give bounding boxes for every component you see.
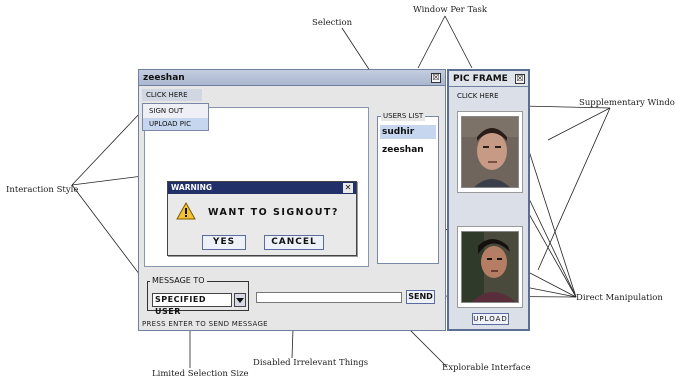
message-input[interactable]: [256, 292, 402, 303]
pic-frame-title: PIC FRAME: [453, 74, 508, 84]
menu-item-sign-out[interactable]: SIGN OUT: [143, 105, 208, 117]
yes-button[interactable]: YES: [202, 235, 246, 250]
pic-frame-window: PIC FRAME ☒ CLICK HERE UPLOAD: [447, 69, 530, 331]
send-button[interactable]: SEND: [406, 290, 435, 304]
profile-photo-2[interactable]: [461, 231, 519, 303]
label-limited-selection-size: Limited Selection Size: [152, 369, 249, 379]
chevron-down-icon[interactable]: [234, 293, 246, 307]
label-window-per-task: Window Per Task: [413, 5, 488, 15]
message-to-group: MESSAGE TO SPECIFIED USER: [147, 276, 249, 316]
users-list: USERS LIST sudhir zeeshan: [377, 111, 439, 264]
label-explorable-interface: Explorable Interface: [442, 363, 531, 373]
warning-icon: [176, 201, 196, 220]
cancel-button[interactable]: CANCEL: [264, 235, 324, 250]
pic-frame-close-icon[interactable]: ☒: [515, 74, 525, 84]
user-list-item-zeeshan[interactable]: zeeshan: [380, 143, 436, 157]
user-list-item-sudhir[interactable]: sudhir: [380, 125, 436, 139]
dialog-titlebar: WARNING ✕: [168, 182, 356, 194]
main-window-title: zeeshan: [143, 73, 185, 83]
label-direct-manipulation: Direct Manipulation: [576, 293, 663, 303]
dialog-title: WARNING: [171, 183, 213, 192]
close-icon[interactable]: ☒: [431, 73, 441, 83]
label-interaction-style: Interaction Style: [6, 185, 79, 195]
profile-photo-1[interactable]: [461, 116, 519, 188]
status-bar: PRESS ENTER TO SEND MESSAGE: [142, 320, 268, 328]
dialog-message: WANT TO SIGNOUT?: [208, 207, 339, 218]
upload-button[interactable]: UPLOAD: [472, 313, 509, 325]
dialog-close-icon[interactable]: ✕: [343, 183, 353, 193]
label-disabled-irrelevant-things: Disabled Irrelevant Things: [253, 358, 369, 368]
pic-menu-click-here[interactable]: CLICK HERE: [453, 90, 523, 102]
recipient-select[interactable]: SPECIFIED USER: [152, 293, 232, 316]
pic-frame-titlebar: PIC FRAME ☒: [449, 71, 528, 87]
users-list-title: USERS LIST: [381, 111, 426, 121]
warning-dialog: WARNING ✕ WANT TO SIGNOUT? YES CANCEL: [167, 181, 357, 256]
menu-click-here[interactable]: CLICK HERE: [142, 89, 202, 101]
label-supplementary-windows: Supplementary Windows: [579, 98, 675, 108]
menu-item-upload-pic[interactable]: UPLOAD PIC: [143, 118, 208, 130]
main-window-titlebar: zeeshan ☒: [139, 70, 445, 86]
menu-dropdown: SIGN OUT UPLOAD PIC: [142, 103, 209, 131]
label-selection: Selection: [312, 18, 353, 28]
message-to-label: MESSAGE TO: [150, 276, 207, 286]
